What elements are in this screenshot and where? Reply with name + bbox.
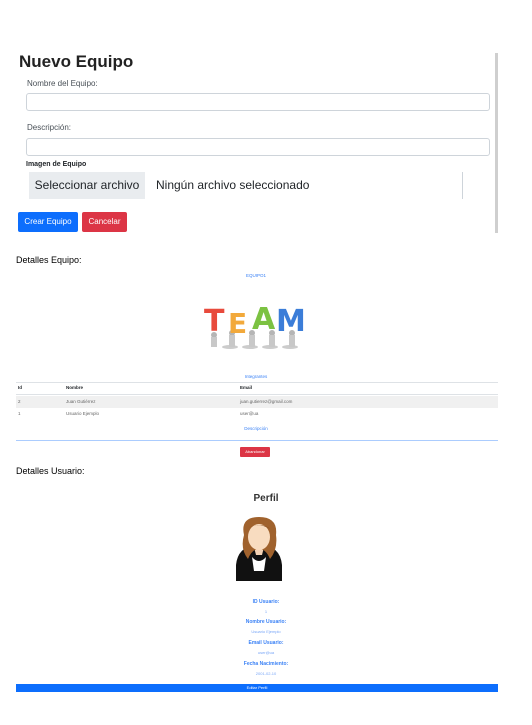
team-bottom-divider [16, 440, 498, 441]
column-header-id: Id [18, 385, 22, 390]
row-id: 1 [18, 411, 21, 416]
username-label: Nombre Usuario: [245, 619, 287, 625]
svg-text:M: M [276, 304, 306, 339]
username-value: Usuario Ejemplo [251, 629, 281, 634]
form-scrollbar[interactable] [495, 53, 498, 233]
team-image-label: Imagen de Equipo [26, 161, 87, 168]
user-email-label: Email Usuario: [248, 640, 284, 646]
choose-file-button[interactable]: Seleccionar archivo [29, 172, 145, 199]
row-name: Juan Gutiérrez [66, 399, 96, 404]
edit-profile-button[interactable]: Editar Perfil [16, 684, 498, 692]
team-details-heading: Detalles Equipo: [16, 255, 82, 265]
team-image-file-input[interactable]: Seleccionar archivo Ningún archivo selec… [29, 172, 463, 199]
team-name-label: Nombre del Equipo: [27, 79, 98, 88]
row-name: Usuario Ejemplo [66, 411, 100, 416]
leave-team-button[interactable]: Abandonar [240, 447, 270, 457]
table-header-divider [16, 394, 498, 395]
user-id-label: ID Usuario: [252, 599, 280, 605]
row-email: juan.gutierrez@gmail.com [240, 399, 293, 404]
profile-title: Perfil [253, 493, 279, 504]
form-title: Nuevo Equipo [19, 52, 134, 71]
svg-text:A: A [252, 302, 276, 337]
user-details-heading: Detalles Usuario: [16, 466, 85, 476]
birthdate-value: 2001-02-10 [255, 671, 277, 676]
cancel-button[interactable]: Cancelar [82, 212, 127, 232]
description-link[interactable]: Descripción [0, 426, 512, 431]
svg-text:E: E [228, 307, 247, 340]
user-avatar-icon [236, 517, 282, 581]
user-id-value: 1 [264, 609, 268, 614]
description-label: Descripción: [27, 123, 72, 132]
team-name-input[interactable] [26, 93, 490, 111]
table-top-divider [16, 382, 498, 383]
members-link[interactable]: Integrantes [0, 374, 512, 379]
birthdate-label: Fecha Nacimiento: [243, 661, 289, 667]
row-id: 2 [18, 399, 21, 404]
svg-text:T: T [204, 304, 225, 339]
column-header-name: Nombre [66, 385, 84, 390]
create-team-button[interactable]: Crear Equipo [18, 212, 78, 232]
description-input[interactable] [26, 138, 490, 156]
user-email-value: user@ua [257, 650, 275, 655]
team-name-link[interactable]: EQUIPO1 [0, 273, 512, 278]
file-status-text: Ningún archivo seleccionado [156, 178, 310, 192]
column-header-email: Email [240, 385, 253, 390]
row-email: user@ua [240, 411, 259, 416]
team-image: T E A M [204, 302, 306, 349]
